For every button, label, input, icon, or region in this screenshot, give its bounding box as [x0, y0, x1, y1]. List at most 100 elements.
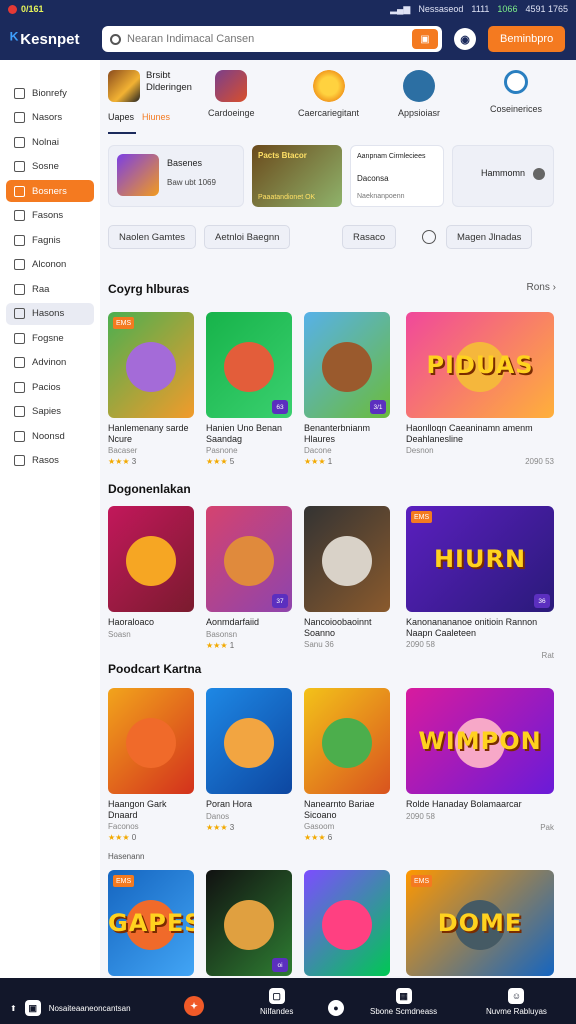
promo-card[interactable]: Aanpnam Cirmleciees Daconsa Naeknanpoenn — [350, 145, 444, 207]
game-card[interactable]: Haoraloaco Soasn — [108, 506, 194, 639]
clock-icon — [14, 357, 25, 368]
game-title: Haonlloqn Caeaninamn amenm Deahlanesline — [406, 423, 533, 444]
sidebar-item[interactable]: Fogsne — [6, 327, 94, 349]
header-action-button[interactable]: Beminbpro — [488, 26, 566, 52]
game-subtitle: Danos — [206, 811, 230, 821]
section-more-label: Rons — [526, 282, 550, 293]
tab-uapes[interactable]: Uapes — [108, 112, 134, 122]
bottom-nav-item[interactable]: ⬆ ▣ Nosaiteaaneoncantsan — [10, 1000, 131, 1016]
rating-value: 6 — [327, 833, 333, 842]
game-card[interactable]: Haangon Gark Dnaard Faconos ★★★ 0 — [108, 688, 194, 842]
sidebar-item[interactable]: Rasos — [6, 450, 94, 472]
game-character — [224, 718, 274, 769]
game-card[interactable]: EMS Hanlemenany sarde Ncure Bacaser ★★★ 3 — [108, 312, 194, 466]
game-card[interactable]: DOME EMS — [406, 870, 554, 976]
game-thumbnail: EMS — [108, 312, 194, 418]
category-item[interactable]: Caercariegitant — [298, 70, 359, 118]
sidebar-item-active[interactable]: Bosners — [6, 180, 94, 202]
sidebar-item[interactable]: Noonsd — [6, 425, 94, 447]
rating-value: 5 — [229, 457, 235, 466]
sidebar-item[interactable]: Raa — [6, 278, 94, 300]
bottom-nav-label: Nuvme Rabluyas — [486, 1007, 547, 1016]
filter-chip[interactable]: Naolen Gamtes — [108, 225, 197, 249]
game-title: Rolde Hanaday Bolamaarcar — [406, 799, 522, 809]
status-right: ▂▄▆ Nessaseod 1111 1066 4591 1765 — [390, 4, 568, 15]
game-card[interactable]: oi — [206, 870, 292, 976]
search-submit-button[interactable]: ▣ — [412, 29, 438, 49]
game-thumbnail — [304, 688, 390, 794]
game-card[interactable]: HIURN EMS 36 Kanonanananoe onitioin Rannon … — [406, 506, 554, 660]
game-card[interactable]: PIDUAS Haonlloqn Caeaninamn amenm Deahlan… — [406, 312, 554, 466]
category-item[interactable]: Coseinerices — [490, 70, 542, 114]
game-thumbnail: HIURN EMS 36 — [406, 506, 554, 612]
star-rating: ★★★ 0 — [108, 833, 137, 842]
bottom-nav-item[interactable]: ▦ Sbone Scmdneass — [370, 988, 437, 1016]
promo-footer: Naeknanpoenn — [357, 193, 405, 200]
sidebar-item[interactable]: Fasons — [6, 205, 94, 227]
app-logo[interactable]: ᴷ Kesnpet — [10, 29, 102, 50]
messenger-icon[interactable]: ◉ — [454, 28, 476, 50]
search-bar[interactable]: ▣ — [102, 26, 442, 52]
info-icon[interactable] — [422, 230, 436, 244]
game-tag: 37 — [272, 594, 288, 608]
promo-banner[interactable]: Pacts Btacor Paaatandionet OK — [252, 145, 342, 207]
game-card[interactable]: 63 Hanien Uno Benan Saandag Pasnone ★★★ 5 — [206, 312, 292, 466]
game-character — [224, 536, 274, 587]
game-card[interactable]: Nancoioobaoinnt Soanno Sanu 36 — [304, 506, 390, 649]
category-item[interactable]: Appsioiasr — [398, 70, 440, 118]
filter-chip[interactable]: Aetnloi Baegnn — [204, 225, 291, 249]
tab-hiunes[interactable]: Hiunes — [142, 112, 170, 122]
game-card[interactable] — [304, 870, 390, 976]
game-card[interactable]: GAPES EMS — [108, 870, 194, 976]
fire-icon: ✦ — [184, 996, 204, 1016]
grid-icon — [14, 381, 25, 393]
filter-chip[interactable]: Magen Jlnadas — [446, 225, 533, 249]
game-subtitle: Sanu 36 — [304, 640, 334, 649]
sidebar-item[interactable]: Fagnis — [6, 229, 94, 251]
game-title: Nanearnto Bariae Sicoano — [304, 799, 375, 820]
game-badge: EMS — [113, 317, 135, 329]
promo-title: Pacts Btacor — [258, 151, 307, 160]
game-card[interactable]: WIMPON Rolde Hanaday Bolamaarcar 2090 58 Pa… — [406, 688, 554, 832]
tab-underline — [108, 132, 136, 134]
featured-category[interactable]: Brsibt Dlderingen — [108, 70, 192, 102]
game-tag: oi — [272, 958, 288, 972]
promo-card[interactable]: Hammomn — [452, 145, 554, 207]
game-card[interactable]: 37 Aonmdarfaiid Basonsn ★★★ 1 — [206, 506, 292, 650]
sidebar-item[interactable]: Sosne — [6, 156, 94, 178]
sidebar-item[interactable]: Sapies — [6, 401, 94, 423]
sidebar-item[interactable]: Nasors — [6, 107, 94, 129]
circle-icon: ● — [328, 1000, 344, 1016]
app-icon: ▣ — [24, 1000, 41, 1016]
checkbox-icon — [14, 112, 25, 123]
bottom-nav-item[interactable]: ● — [328, 1000, 344, 1016]
app-header: ᴷ Kesnpet ▣ ◉ Beminbpro — [0, 18, 576, 60]
bottom-nav-item[interactable]: ▢ Nilfandes — [260, 988, 293, 1016]
promo-subtitle: Paaatandionet OK — [258, 194, 316, 201]
section-more-link[interactable]: Rons › — [527, 282, 556, 293]
category-label: Caercariegitant — [298, 108, 360, 118]
sidebar-item-label: Nasors — [32, 112, 63, 123]
game-card[interactable]: Nanearnto Bariae Sicoano Gasoom ★★★ 6 — [304, 688, 390, 842]
game-logo-text: HIURN — [433, 545, 527, 573]
sidebar-item[interactable]: Pacios — [6, 376, 94, 398]
sidebar-item-hover[interactable]: Hasons — [6, 302, 94, 325]
game-card[interactable]: 3/1 Benanterbnianm Hlaures Dacone ★★★ 1 — [304, 312, 390, 466]
sidebar-item[interactable]: Bionrefy — [6, 82, 94, 104]
promo-subtitle: Daconsa — [357, 174, 389, 183]
game-thumbnail — [304, 870, 390, 976]
sidebar-item-label: Bionrefy — [32, 87, 67, 99]
sidebar-item-label: Fasons — [32, 210, 64, 221]
game-thumbnail: 63 — [206, 312, 292, 418]
sidebar-item[interactable]: Nolnai — [6, 131, 94, 153]
filter-chip[interactable]: Rasaco — [342, 225, 397, 249]
bottom-nav-item[interactable]: ✦ — [184, 996, 204, 1016]
category-item[interactable]: Cardoeinge — [208, 70, 255, 118]
promo-card[interactable]: Basenes Baw ubt 1069 — [108, 145, 244, 207]
search-input[interactable] — [127, 33, 406, 45]
sidebar-item[interactable]: Advinon — [6, 352, 94, 374]
sidebar-item[interactable]: Alconon — [6, 254, 94, 276]
bottom-nav-item[interactable]: ☺ Nuvme Rabluyas — [486, 988, 547, 1016]
game-card[interactable]: Poran Hora Danos ★★★ 3 — [206, 688, 292, 832]
folder-icon — [14, 185, 25, 197]
